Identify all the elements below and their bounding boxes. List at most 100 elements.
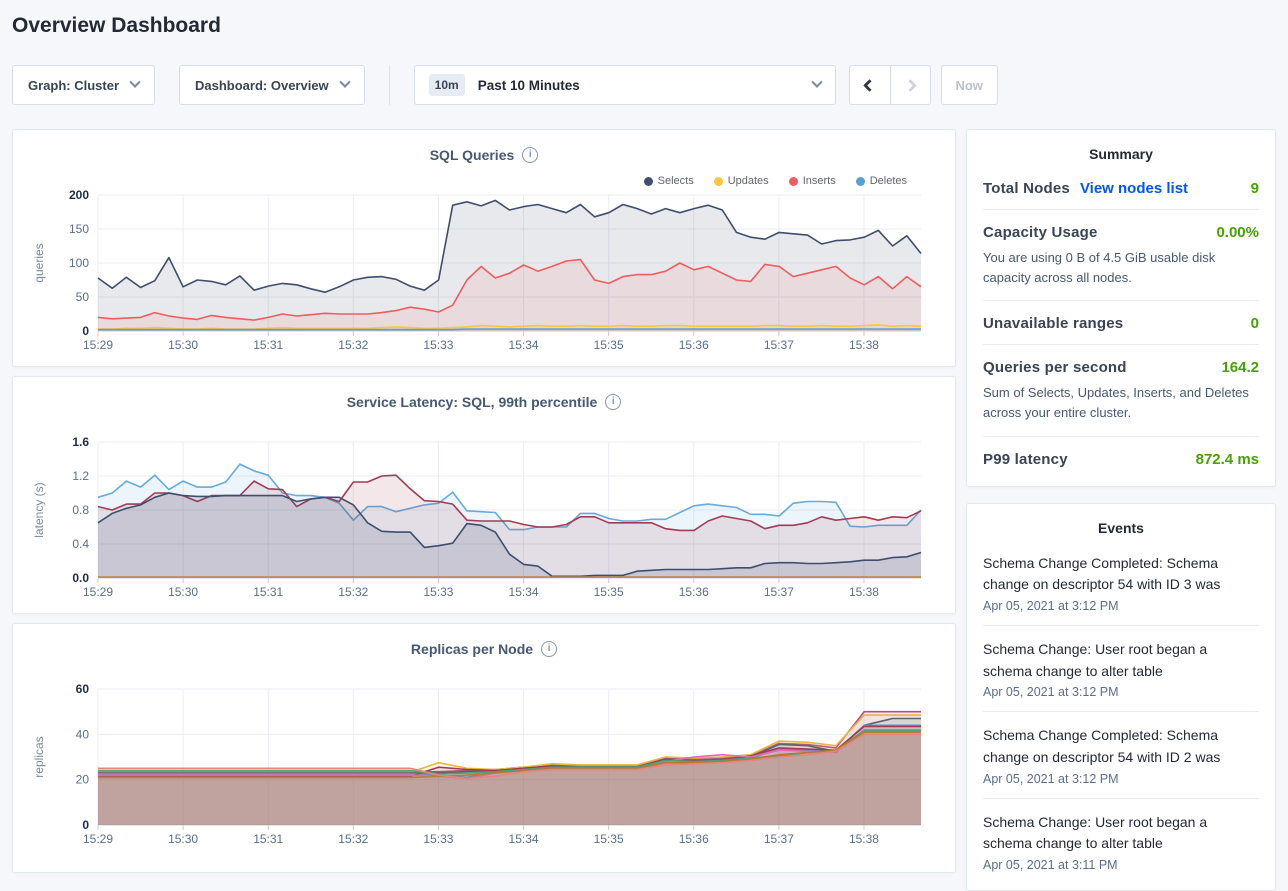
event-item: Schema Change Completed: Schema change o…: [983, 540, 1259, 625]
time-range-picker[interactable]: 10m Past 10 Minutes: [414, 65, 836, 105]
side-column: Summary Total NodesView nodes list9Capac…: [966, 129, 1276, 891]
page-title: Overview Dashboard: [12, 14, 1276, 38]
chart-title-row: Service Latency: SQL, 99th percentile i: [13, 393, 955, 410]
summary-row-head: Capacity Usage 0.00%: [983, 224, 1259, 241]
now-button[interactable]: Now: [941, 65, 998, 105]
event-text: Schema Change Completed: Schema change o…: [983, 553, 1259, 596]
svg-text:15:34: 15:34: [509, 338, 539, 352]
svg-text:15:31: 15:31: [253, 338, 283, 352]
event-timestamp: Apr 05, 2021 at 3:11 PM: [983, 858, 1259, 872]
svg-text:0.0: 0.0: [72, 571, 89, 585]
chart-legend: Selects Updates Inserts Deletes: [644, 175, 907, 187]
chart-title: Replicas per Node: [411, 641, 533, 657]
legend-dot-icon: [789, 177, 798, 186]
chart-title: Service Latency: SQL, 99th percentile: [347, 394, 598, 410]
svg-text:latency (s): latency (s): [32, 482, 46, 537]
chevron-down-icon: [129, 77, 140, 88]
summary-row: P99 latency 872.4 ms: [983, 436, 1259, 480]
event-timestamp: Apr 05, 2021 at 3:12 PM: [983, 599, 1259, 613]
event-text: Schema Change Completed: Schema change o…: [983, 725, 1259, 768]
graph-dropdown-label: Graph: Cluster: [28, 78, 119, 93]
svg-text:15:38: 15:38: [849, 585, 879, 599]
toolbar-divider: [389, 65, 390, 105]
summary-row: Queries per second164.2 Sum of Selects, U…: [983, 344, 1259, 435]
summary-title: Summary: [983, 146, 1259, 162]
svg-text:15:34: 15:34: [509, 832, 539, 846]
svg-text:200: 200: [69, 189, 89, 202]
prev-time-button[interactable]: [850, 66, 890, 104]
view-nodes-list-link[interactable]: View nodes list: [1080, 180, 1188, 197]
chevron-left-icon: [863, 79, 876, 92]
chevron-down-icon: [339, 77, 350, 88]
svg-text:15:29: 15:29: [83, 832, 113, 846]
toolbar: Graph: Cluster Dashboard: Overview 10m P…: [12, 65, 1276, 105]
legend-item[interactable]: Updates: [714, 175, 769, 187]
svg-text:50: 50: [76, 290, 90, 304]
event-item: Schema Change Completed: Schema change o…: [983, 711, 1259, 797]
event-item: Schema Change: User root began a schema …: [983, 798, 1259, 884]
dashboard-dropdown-label: Dashboard: Overview: [195, 78, 329, 93]
summary-metric-value: 0: [1251, 315, 1259, 332]
main-content: SQL Queries i Selects Updates Inserts Delet…: [12, 129, 1276, 891]
summary-row: Capacity Usage0.00%You are using 0 B of …: [983, 209, 1259, 300]
time-window-badge: 10m: [429, 74, 465, 96]
svg-text:15:33: 15:33: [423, 585, 453, 599]
summary-row-head: Queries per second164.2: [983, 359, 1259, 376]
svg-text:15:34: 15:34: [509, 585, 539, 599]
next-time-button[interactable]: [890, 66, 930, 104]
event-text: Schema Change: User root began a schema …: [983, 812, 1259, 855]
dashboard-dropdown[interactable]: Dashboard: Overview: [179, 65, 365, 105]
event-timestamp: Apr 05, 2021 at 3:12 PM: [983, 772, 1259, 786]
svg-text:15:38: 15:38: [849, 338, 879, 352]
svg-text:15:35: 15:35: [594, 832, 624, 846]
info-icon[interactable]: i: [605, 394, 621, 410]
summary-metric-label: Total Nodes: [983, 180, 1070, 197]
svg-text:15:31: 15:31: [253, 832, 283, 846]
legend-item[interactable]: Selects: [644, 175, 694, 187]
summary-metric-description: Sum of Selects, Updates, Inserts, and De…: [983, 383, 1259, 423]
svg-text:20: 20: [76, 773, 90, 787]
svg-text:40: 40: [76, 727, 90, 741]
svg-text:150: 150: [69, 222, 89, 236]
svg-text:15:36: 15:36: [679, 338, 709, 352]
svg-text:15:30: 15:30: [168, 585, 198, 599]
info-icon[interactable]: i: [522, 147, 538, 163]
svg-text:0.8: 0.8: [72, 503, 89, 517]
summary-panel: Summary Total NodesView nodes list9Capac…: [966, 129, 1276, 487]
sql-queries-chart: 15:2915:3015:3115:3215:3315:3415:3515:36…: [13, 189, 957, 359]
graph-dropdown[interactable]: Graph: Cluster: [12, 65, 155, 105]
svg-text:0.4: 0.4: [72, 537, 89, 551]
svg-text:15:35: 15:35: [594, 338, 624, 352]
legend-label: Deletes: [870, 175, 907, 187]
svg-text:15:32: 15:32: [338, 832, 368, 846]
service-latency-panel: Service Latency: SQL, 99th percentile i …: [12, 376, 956, 614]
chevron-right-icon: [904, 79, 917, 92]
legend-dot-icon: [644, 177, 653, 186]
svg-text:15:35: 15:35: [594, 585, 624, 599]
summary-metric-value: 0.00%: [1216, 224, 1259, 241]
svg-text:15:37: 15:37: [764, 585, 794, 599]
info-icon[interactable]: i: [541, 641, 557, 657]
svg-text:15:37: 15:37: [764, 832, 794, 846]
replicas-per-node-panel: Replicas per Node i 15:2915:3015:3115:32…: [12, 623, 956, 873]
summary-row: Unavailable ranges 0: [983, 300, 1259, 344]
svg-text:15:30: 15:30: [168, 338, 198, 352]
summary-metric-label: Capacity Usage: [983, 224, 1098, 241]
summary-row-head: Unavailable ranges 0: [983, 315, 1259, 332]
summary-metric-value: 872.4 ms: [1196, 451, 1259, 468]
events-title: Events: [983, 520, 1259, 536]
chart-title: SQL Queries: [430, 147, 515, 163]
summary-row-head: Total NodesView nodes list9: [983, 180, 1259, 197]
summary-metric-label: Unavailable ranges: [983, 315, 1123, 332]
summary-rows: Total NodesView nodes list9Capacity Usag…: [983, 166, 1259, 480]
page-header: Overview Dashboard: [0, 0, 1288, 38]
legend-item[interactable]: Deletes: [856, 175, 907, 187]
legend-label: Inserts: [803, 175, 836, 187]
svg-text:60: 60: [76, 683, 90, 696]
summary-metric-value: 164.2: [1221, 359, 1259, 376]
svg-text:15:29: 15:29: [83, 338, 113, 352]
legend-label: Updates: [728, 175, 769, 187]
summary-metric-label: P99 latency: [983, 451, 1068, 468]
legend-item[interactable]: Inserts: [789, 175, 836, 187]
svg-text:100: 100: [69, 256, 89, 270]
